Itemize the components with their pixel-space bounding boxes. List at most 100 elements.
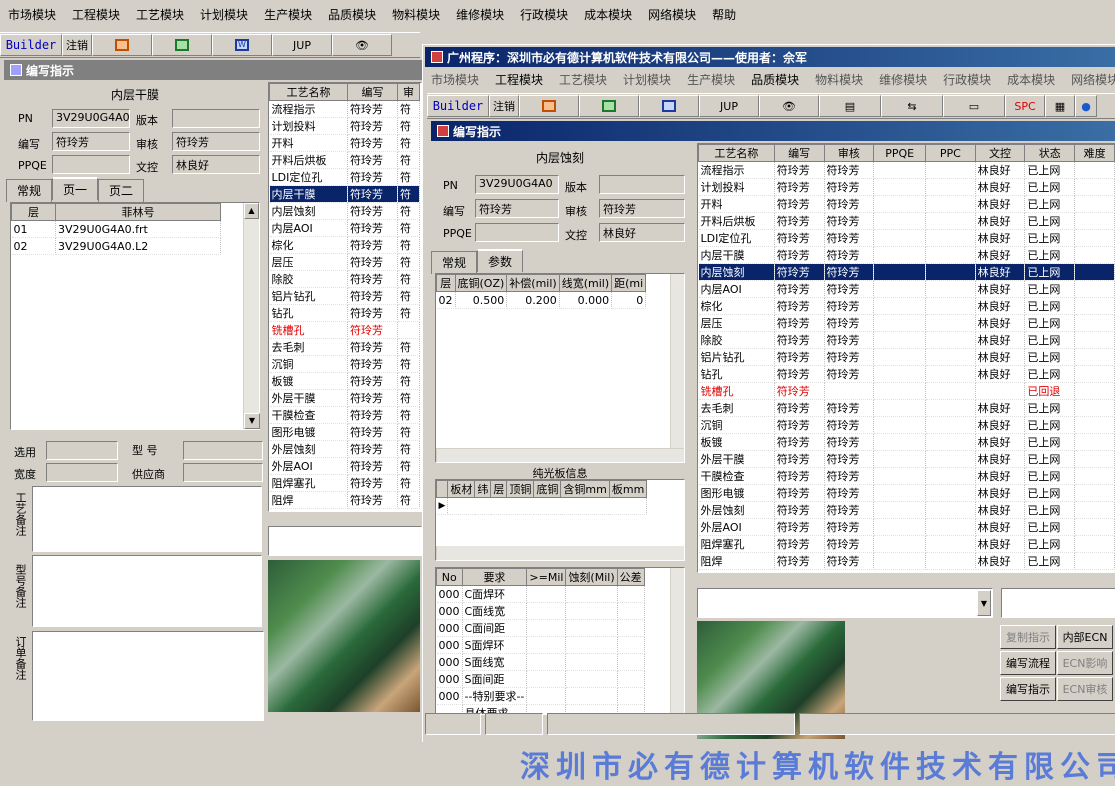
board-header[interactable]: 顶铜: [506, 480, 535, 498]
front-process-row[interactable]: 阻焊塞孔 符玲芳 符玲芳 林良好 已上网: [698, 535, 1115, 553]
front-control-field[interactable]: 林良好: [599, 223, 685, 242]
menu-item[interactable]: 物料模块: [384, 6, 448, 23]
front-menu-item[interactable]: 维修模块: [871, 71, 935, 88]
front-writer-field[interactable]: 符玲芳: [475, 199, 559, 218]
write-instruction-button[interactable]: 编写指示: [1000, 677, 1056, 701]
board-header[interactable]: 底铜: [533, 480, 562, 498]
write-flow-button[interactable]: 编写流程: [1000, 651, 1056, 675]
req-row[interactable]: 000 S面线宽: [436, 653, 645, 671]
process-row[interactable]: 计划投料 符玲芳符: [269, 117, 420, 135]
board-header[interactable]: 层: [490, 480, 508, 498]
front-process-row[interactable]: 沉铜 符玲芳 符玲芳 林良好 已上网: [698, 416, 1115, 434]
param-header[interactable]: 层: [436, 274, 456, 292]
front-builder-button[interactable]: Builder: [427, 95, 489, 117]
process-row[interactable]: 铝片钻孔 符玲芳符: [269, 287, 420, 305]
process-row[interactable]: 图形电镀 符玲芳符: [269, 423, 420, 441]
process-row[interactable]: 层压 符玲芳符: [269, 253, 420, 271]
front-process-row[interactable]: 铝片钻孔 符玲芳 符玲芳 林良好 已上网: [698, 348, 1115, 366]
process-row[interactable]: 外层蚀刻 符玲芳符: [269, 440, 420, 458]
req-row[interactable]: 000 S面间距: [436, 670, 645, 688]
front-side-field[interactable]: [1001, 588, 1115, 618]
front-monitor-icon[interactable]: ▭: [943, 95, 1005, 117]
process-row[interactable]: 内层蚀刻 符玲芳符: [269, 202, 420, 220]
menu-item[interactable]: 计划模块: [192, 6, 256, 23]
dropdown-arrow-icon[interactable]: ▼: [977, 590, 991, 616]
param-header[interactable]: 距(mi: [611, 274, 647, 292]
process-row[interactable]: 外层干膜 符玲芳符: [269, 389, 420, 407]
front-process-row[interactable]: 阻焊 符玲芳 符玲芳 林良好 已上网: [698, 552, 1115, 570]
front-process-header[interactable]: 编写: [773, 144, 825, 162]
back-tab-page2[interactable]: 页二: [98, 179, 145, 202]
board-header[interactable]: 含铜mm: [560, 480, 610, 498]
back-ppqe-field[interactable]: [52, 155, 130, 174]
param-header[interactable]: 线宽(mil): [558, 274, 613, 292]
menu-item[interactable]: 品质模块: [320, 6, 384, 23]
front-process-header[interactable]: 审核: [823, 144, 875, 162]
board-header[interactable]: 板材: [447, 480, 476, 498]
menu-item[interactable]: 行政模块: [512, 6, 576, 23]
param-vscroll[interactable]: [670, 274, 684, 448]
front-globe-icon[interactable]: ●: [1075, 95, 1097, 117]
req-header[interactable]: 要求: [461, 568, 528, 586]
front-process-row[interactable]: 钻孔 符玲芳 符玲芳 林良好 已上网: [698, 365, 1115, 383]
front-clipboard-icon[interactable]: ▤: [819, 95, 881, 117]
board-header[interactable]: 板mm: [608, 480, 648, 498]
front-process-row[interactable]: 图形电镀 符玲芳 符玲芳 林良好 已上网: [698, 484, 1115, 502]
board-hscroll[interactable]: [436, 546, 684, 560]
front-jup-button[interactable]: JUP: [699, 95, 759, 117]
front-process-row[interactable]: 流程指示 符玲芳 符玲芳 林良好 已上网: [698, 161, 1115, 179]
col-writer[interactable]: 编写: [347, 83, 398, 101]
front-process-row[interactable]: 干膜检查 符玲芳 符玲芳 林良好 已上网: [698, 467, 1115, 485]
back-reviewer-field[interactable]: 符玲芳: [172, 132, 260, 151]
col-process-name[interactable]: 工艺名称: [269, 83, 348, 101]
front-menu-item[interactable]: 品质模块: [743, 71, 807, 88]
req-header[interactable]: No: [436, 568, 463, 586]
front-process-row[interactable]: 开料 符玲芳 符玲芳 林良好 已上网: [698, 195, 1115, 213]
col-reviewer[interactable]: 审: [397, 83, 420, 101]
front-network-icon[interactable]: ⇆: [881, 95, 943, 117]
front-word-icon[interactable]: [639, 95, 699, 117]
ecn-impact-button[interactable]: ECN影响: [1057, 651, 1113, 675]
excel-icon[interactable]: [152, 34, 212, 56]
req-header[interactable]: 蚀刻(Mil): [565, 568, 618, 586]
front-process-row[interactable]: 外层AOI 符玲芳 符玲芳 林良好 已上网: [698, 518, 1115, 536]
menu-item[interactable]: 帮助: [704, 6, 744, 23]
back-film-scrollbar[interactable]: ▲ ▼: [243, 203, 260, 429]
front-menu-item[interactable]: 网络模块: [1063, 71, 1115, 88]
process-row[interactable]: 钻孔 符玲芳符: [269, 304, 420, 322]
select-field[interactable]: [46, 441, 118, 460]
front-eye-icon[interactable]: 👁: [759, 95, 819, 117]
process-row[interactable]: 去毛刺 符玲芳符: [269, 338, 420, 356]
front-ppqe-field[interactable]: [475, 223, 559, 242]
menu-item[interactable]: 维修模块: [448, 6, 512, 23]
board-empty-row[interactable]: [447, 497, 648, 515]
process-row[interactable]: 除胶 符玲芳符: [269, 270, 420, 288]
process-row[interactable]: 干膜检查 符玲芳符: [269, 406, 420, 424]
front-process-row[interactable]: 外层蚀刻 符玲芳 符玲芳 林良好 已上网: [698, 501, 1115, 519]
req-row[interactable]: 000 S面焊环: [436, 636, 645, 654]
front-powerpoint-icon[interactable]: [519, 95, 579, 117]
process-remark-field[interactable]: [32, 486, 262, 552]
front-menu-item[interactable]: 成本模块: [999, 71, 1063, 88]
board-header[interactable]: 纬: [474, 480, 492, 498]
front-process-row[interactable]: 内层AOI 符玲芳 符玲芳 林良好 已上网: [698, 280, 1115, 298]
process-row[interactable]: 阻焊 符玲芳符: [269, 491, 420, 509]
process-row[interactable]: 沉铜 符玲芳符: [269, 355, 420, 373]
front-calc-icon[interactable]: ▦: [1045, 95, 1075, 117]
req-vscroll[interactable]: [670, 568, 684, 714]
front-process-header[interactable]: 难度: [1074, 144, 1115, 162]
back-writer-field[interactable]: 符玲芳: [52, 132, 130, 151]
order-remark-field[interactable]: [32, 631, 264, 721]
front-process-row[interactable]: 铣槽孔 符玲芳 已回退: [698, 382, 1115, 400]
param-header[interactable]: 底铜(OZ): [454, 274, 508, 292]
front-pn-field[interactable]: 3V29U0G4A0: [475, 175, 559, 194]
col-layer[interactable]: 层: [11, 203, 56, 221]
menu-item[interactable]: 网络模块: [640, 6, 704, 23]
front-menu-item[interactable]: 行政模块: [935, 71, 999, 88]
builder-button[interactable]: Builder: [0, 34, 62, 56]
front-process-header[interactable]: 状态: [1024, 144, 1076, 162]
back-control-field[interactable]: 林良好: [172, 155, 260, 174]
param-hscroll[interactable]: [436, 448, 684, 462]
back-pn-field[interactable]: 3V29U0G4A0: [52, 109, 130, 128]
col-film-no[interactable]: 菲林号: [55, 203, 221, 221]
